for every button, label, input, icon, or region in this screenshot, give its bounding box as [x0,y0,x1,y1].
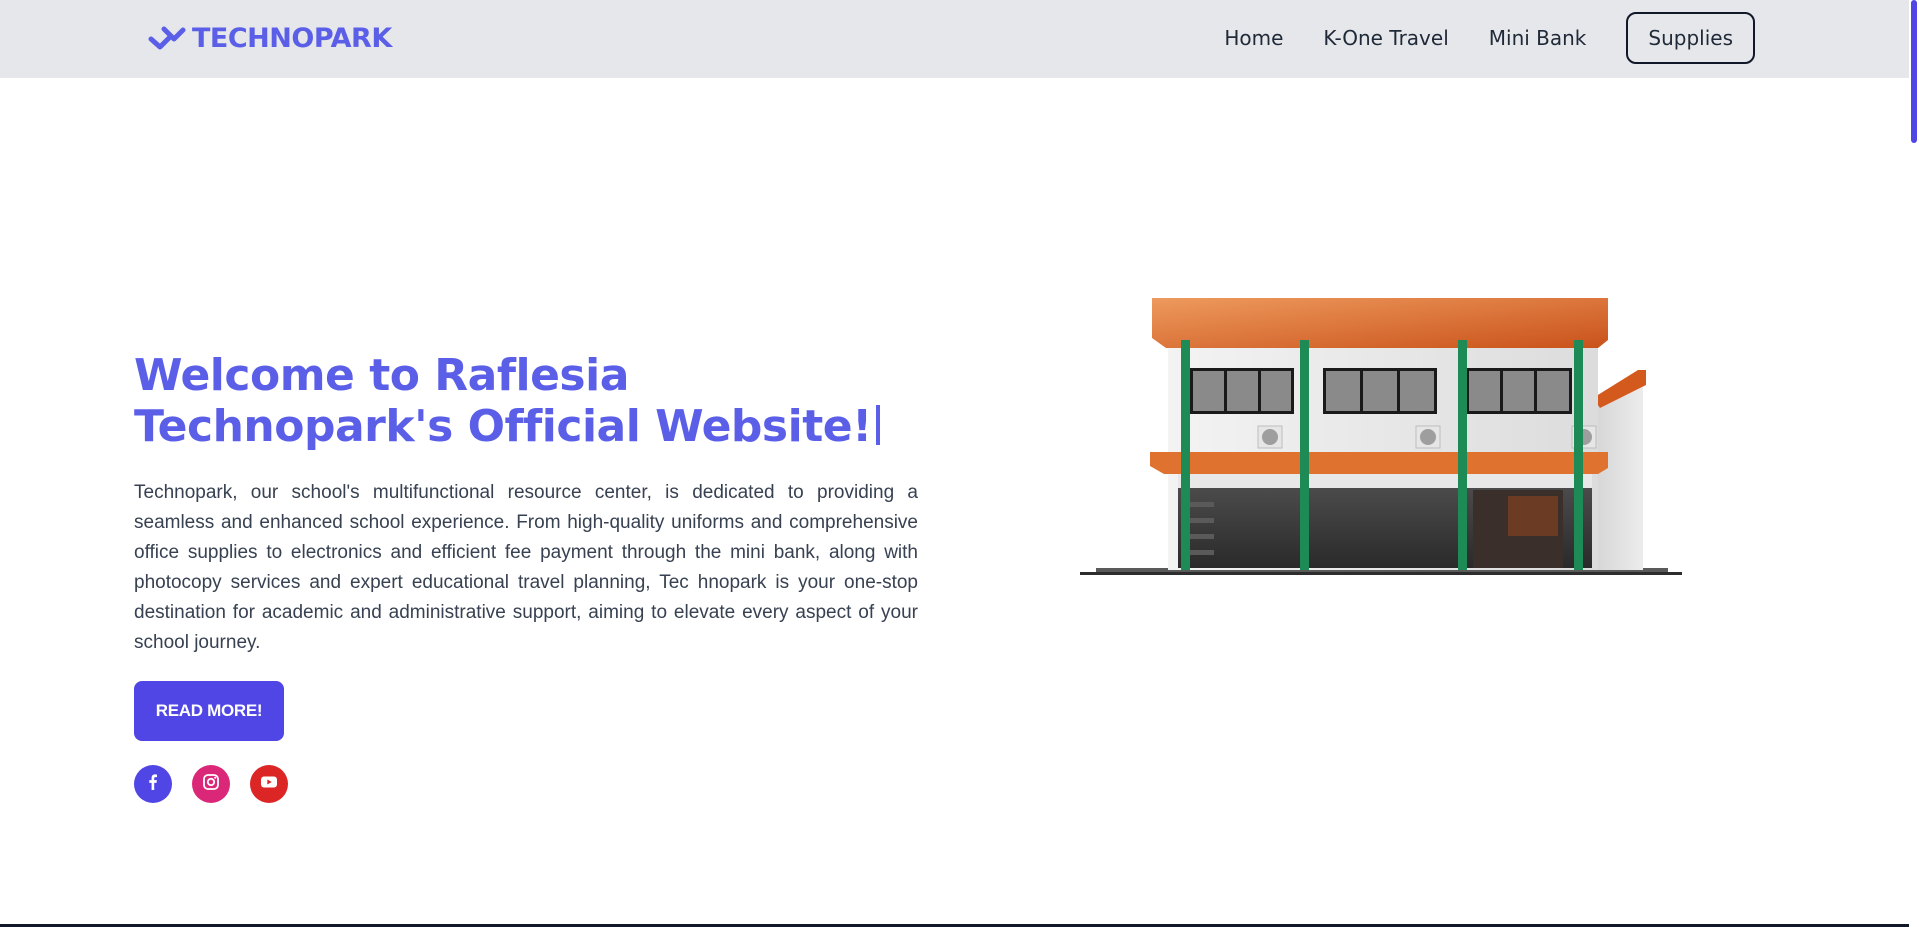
brand-logo-link[interactable]: TECHNOPARK [148,18,392,58]
instagram-link[interactable] [192,765,230,803]
hero-title: Welcome to Raflesia Technopark's Officia… [134,350,914,452]
hero-description: Technopark, our school's multifunctional… [134,482,918,653]
facebook-link[interactable] [134,765,172,803]
navbar: TECHNOPARK Home K-One Travel Mini Bank S… [0,0,1909,78]
social-links [134,765,288,803]
brand-name: TECHNOPARK [192,22,392,54]
nav-link-k-one-travel[interactable]: K-One Travel [1323,12,1448,64]
youtube-icon [260,775,278,794]
nav-link-mini-bank[interactable]: Mini Bank [1489,12,1587,64]
scrollbar[interactable] [1909,0,1919,927]
read-more-button[interactable]: READ MORE! [134,681,284,741]
brand-logo-icon [148,25,186,51]
instagram-icon [202,773,220,796]
school-building-illustration [1078,290,1683,580]
scrollbar-thumb[interactable] [1911,0,1917,143]
nav-link-home[interactable]: Home [1224,12,1283,64]
youtube-link[interactable] [250,765,288,803]
supplies-button[interactable]: Supplies [1626,12,1755,64]
nav-links: Home K-One Travel Mini Bank Supplies [1224,12,1755,64]
hero-title-text: Welcome to Raflesia Technopark's Officia… [134,350,872,452]
typing-cursor [875,405,880,445]
facebook-icon [145,773,161,795]
